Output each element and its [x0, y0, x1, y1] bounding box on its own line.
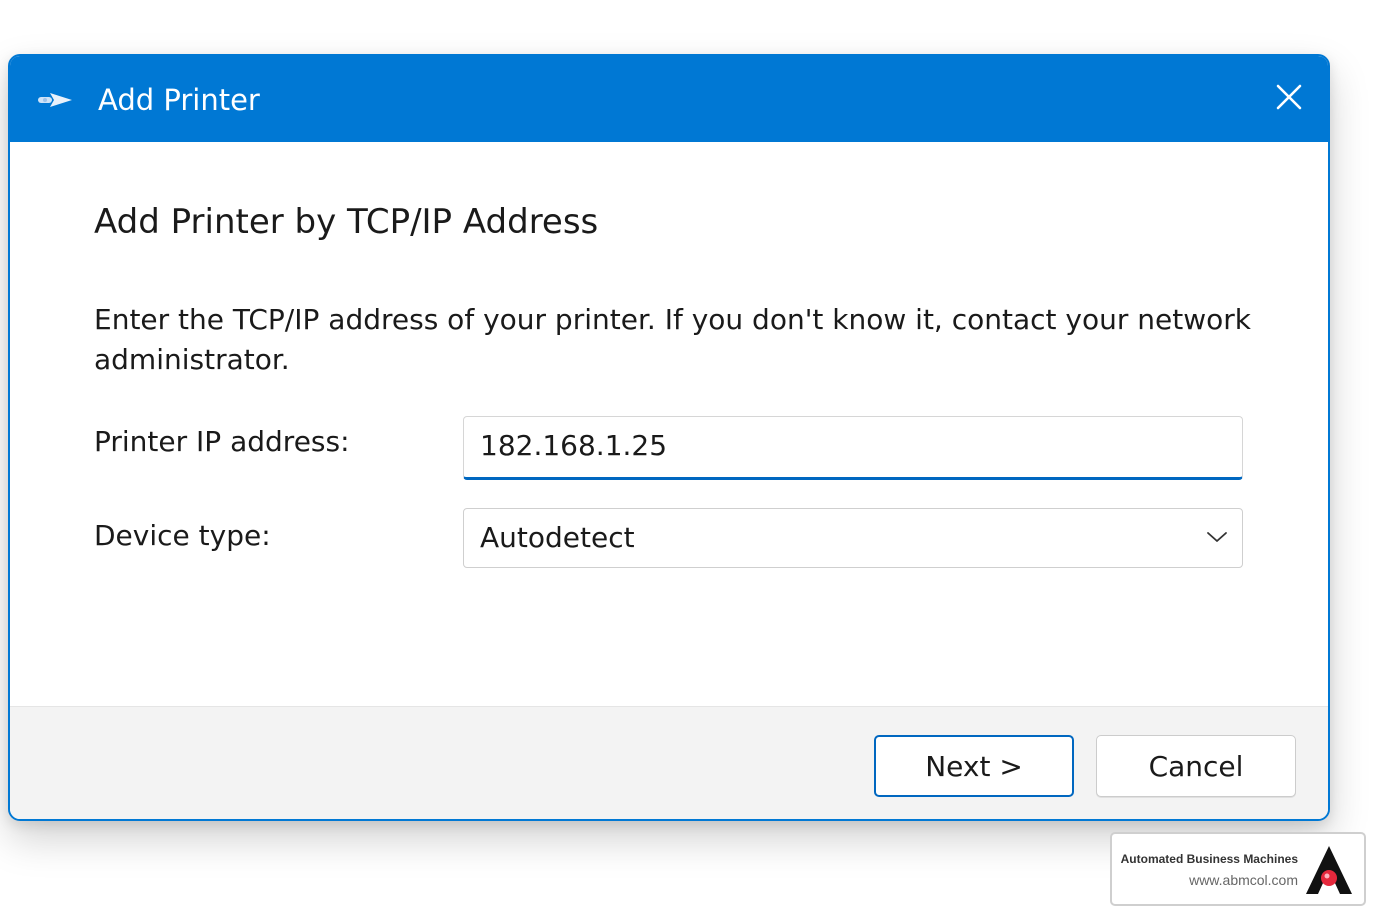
cancel-button[interactable]: Cancel	[1096, 735, 1296, 797]
add-printer-dialog: Add Printer Add Printer by TCP/IP Addres…	[8, 54, 1330, 821]
page-heading: Add Printer by TCP/IP Address	[94, 202, 599, 242]
company-badge: Automated Business Machines www.abmcol.c…	[1110, 832, 1366, 906]
window-title: Add Printer	[98, 83, 260, 117]
close-icon[interactable]	[1274, 82, 1304, 112]
ip-address-input[interactable]	[463, 416, 1243, 480]
device-type-dropdown[interactable]: Autodetect	[463, 508, 1243, 568]
device-type-label: Device type:	[94, 519, 271, 552]
abm-logo-icon	[1304, 844, 1354, 896]
device-type-value: Autodetect	[480, 521, 635, 554]
ip-address-label: Printer IP address:	[94, 425, 350, 458]
chevron-down-icon	[1206, 529, 1228, 543]
page: Add Printer Add Printer by TCP/IP Addres…	[0, 0, 1379, 920]
printer-arrow-icon	[36, 90, 76, 110]
next-button[interactable]: Next >	[874, 735, 1074, 797]
company-url: www.abmcol.com	[1189, 872, 1298, 888]
title-bar: Add Printer	[10, 56, 1328, 142]
dialog-footer: Next > Cancel	[10, 706, 1328, 819]
instructions-text: Enter the TCP/IP address of your printer…	[94, 303, 1251, 376]
company-name: Automated Business Machines	[1120, 852, 1298, 866]
